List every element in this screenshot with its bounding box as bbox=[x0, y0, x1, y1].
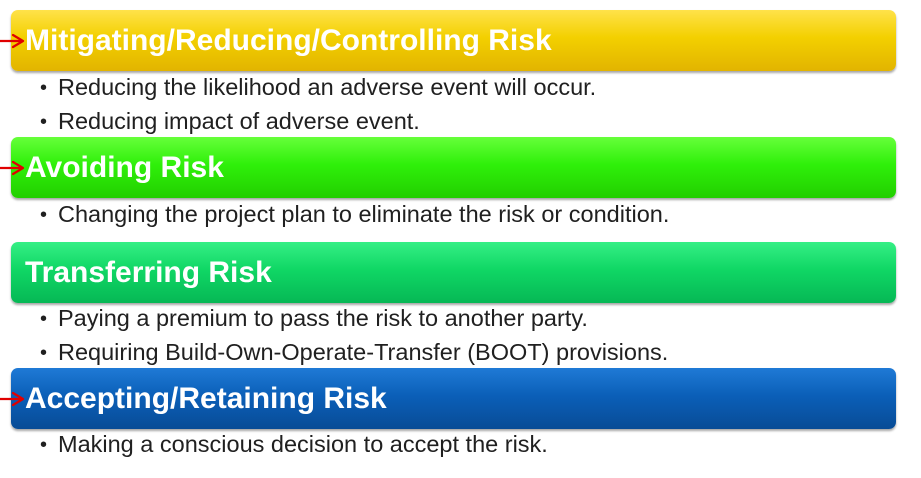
bullet-text: Requiring Build-Own-Operate-Transfer (BO… bbox=[58, 339, 669, 365]
bullet-dot: • bbox=[40, 111, 48, 133]
section-bullets-accepting: • Making a conscious decision to accept t… bbox=[40, 428, 548, 462]
bullet-dot: • bbox=[40, 342, 48, 364]
section-bullets-mitigating: • Reducing the likelihood an adverse even… bbox=[40, 71, 596, 139]
section-header-avoiding: Avoiding Risk bbox=[11, 137, 896, 198]
bullet-dot: • bbox=[40, 308, 48, 330]
section-header-accepting: Accepting/Retaining Risk bbox=[11, 368, 896, 429]
section-bullets-transferring: • Paying a premium to pass the risk to an… bbox=[40, 302, 668, 370]
section-bullets-avoiding: • Changing the project plan to eliminate … bbox=[40, 198, 669, 232]
section-title: Accepting/Retaining Risk bbox=[25, 381, 387, 415]
bullet-text: Reducing impact of adverse event. bbox=[58, 108, 420, 134]
bullet-item: • Changing the project plan to eliminate … bbox=[40, 198, 669, 232]
section-header-mitigating: Mitigating/Reducing/Controlling Risk bbox=[11, 10, 896, 71]
red-arrow-mark-icon bbox=[0, 160, 25, 176]
bullet-item: • Reducing impact of adverse event. bbox=[40, 105, 596, 139]
section-title: Avoiding Risk bbox=[25, 150, 224, 184]
bullet-item: • Requiring Build-Own-Operate-Transfer (B… bbox=[40, 336, 668, 370]
bullet-dot: • bbox=[40, 204, 48, 226]
bullet-item: • Paying a premium to pass the risk to an… bbox=[40, 302, 668, 336]
bullet-text: Changing the project plan to eliminate t… bbox=[58, 201, 670, 227]
bullet-item: • Making a conscious decision to accept t… bbox=[40, 428, 548, 462]
bullet-text: Making a conscious decision to accept th… bbox=[58, 431, 548, 457]
bullet-text: Paying a premium to pass the risk to ano… bbox=[58, 305, 588, 331]
bullet-text: Reducing the likelihood an adverse event… bbox=[58, 74, 597, 100]
section-header-transferring: Transferring Risk bbox=[11, 242, 896, 303]
bullet-item: • Reducing the likelihood an adverse even… bbox=[40, 71, 596, 105]
section-title: Mitigating/Reducing/Controlling Risk bbox=[25, 23, 552, 57]
section-title: Transferring Risk bbox=[25, 255, 272, 289]
red-arrow-mark-icon bbox=[0, 33, 25, 49]
bullet-dot: • bbox=[40, 434, 48, 456]
red-arrow-mark-icon bbox=[0, 391, 25, 407]
bullet-dot: • bbox=[40, 77, 48, 99]
